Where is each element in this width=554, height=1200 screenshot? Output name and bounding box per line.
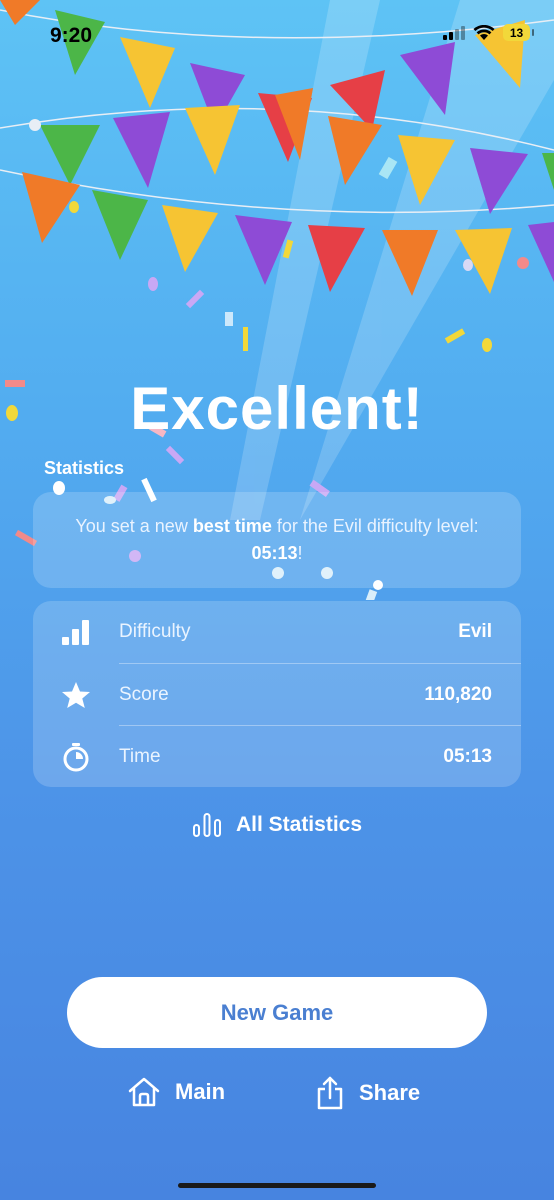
stat-value: 110,820 bbox=[424, 684, 492, 705]
record-highlight: best time bbox=[192, 516, 272, 536]
stat-value: Evil bbox=[458, 621, 492, 642]
stat-value: 05:13 bbox=[443, 746, 492, 767]
record-time: 05:13 bbox=[251, 543, 298, 563]
status-icons: 13 bbox=[443, 24, 534, 41]
new-game-button[interactable]: New Game bbox=[67, 977, 487, 1048]
stat-label: Difficulty bbox=[119, 621, 191, 642]
statistics-bars-icon bbox=[192, 813, 221, 837]
stopwatch-icon bbox=[63, 743, 89, 772]
stat-row-difficulty: Difficulty Evil bbox=[33, 601, 521, 663]
main-label: Main bbox=[175, 1079, 226, 1104]
statistics-label: Statistics bbox=[44, 458, 125, 478]
record-suffix: ! bbox=[297, 543, 303, 563]
all-statistics-label: All Statistics bbox=[235, 813, 363, 836]
share-icon bbox=[317, 1076, 343, 1110]
stat-label: Time bbox=[119, 746, 161, 767]
battery-indicator: 13 bbox=[503, 24, 534, 41]
stat-row-time: Time 05:13 bbox=[33, 726, 521, 788]
stat-label: Score bbox=[119, 684, 169, 705]
all-statistics-button[interactable]: All Statistics bbox=[0, 812, 554, 838]
star-icon bbox=[62, 682, 90, 708]
record-card: You set a new best time for the Evil dif… bbox=[33, 492, 521, 588]
record-middle: for the Evil difficulty level: bbox=[271, 516, 479, 536]
home-indicator bbox=[178, 1183, 376, 1188]
wifi-icon bbox=[473, 24, 495, 40]
home-icon bbox=[128, 1077, 160, 1107]
cellular-signal-icon bbox=[443, 25, 465, 40]
main-button[interactable]: Main bbox=[127, 1076, 225, 1108]
stats-card: Difficulty Evil Score 110,820 Time 05:13 bbox=[33, 601, 521, 787]
record-prefix: You set a new bbox=[75, 516, 193, 536]
share-button[interactable]: Share bbox=[315, 1076, 420, 1110]
record-message: You set a new best time for the Evil dif… bbox=[33, 513, 521, 567]
status-time: 9:20 bbox=[50, 24, 93, 47]
share-label: Share bbox=[359, 1080, 421, 1105]
bar-chart-icon bbox=[62, 620, 89, 645]
stat-row-score: Score 110,820 bbox=[33, 664, 521, 726]
page-title: Excellent! bbox=[130, 375, 424, 442]
